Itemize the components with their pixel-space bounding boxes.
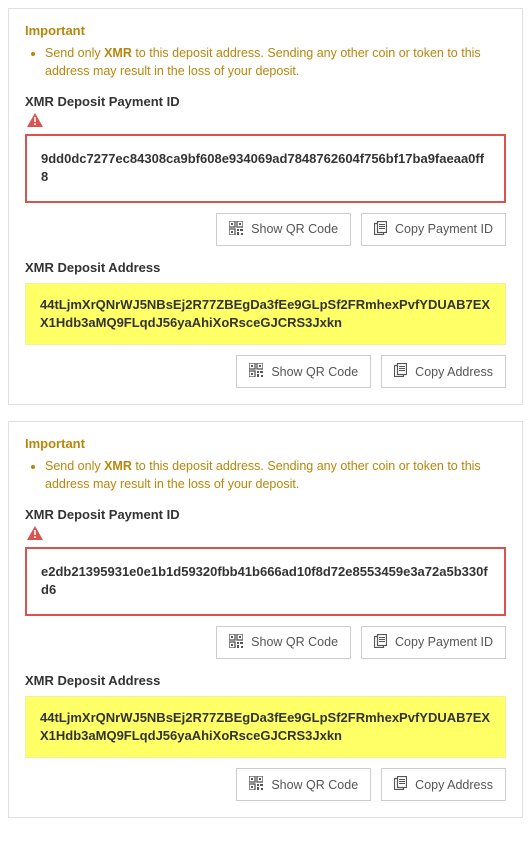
important-warning: Send only XMR to this deposit address. S… bbox=[45, 44, 506, 80]
warning-coin: XMR bbox=[104, 46, 132, 60]
copy-icon bbox=[374, 634, 387, 651]
copy-payment-label: Copy Payment ID bbox=[395, 222, 493, 236]
important-heading: Important bbox=[25, 23, 506, 38]
copy-icon bbox=[374, 221, 387, 238]
important-list: Send only XMR to this deposit address. S… bbox=[25, 457, 506, 493]
copy-icon bbox=[394, 776, 407, 793]
qr-icon bbox=[249, 363, 263, 380]
payment-id-buttons: Show QR Code Copy Payment ID bbox=[25, 626, 506, 659]
important-list: Send only XMR to this deposit address. S… bbox=[25, 44, 506, 80]
show-qr-button[interactable]: Show QR Code bbox=[236, 768, 371, 801]
payment-id-value: 9dd0dc7277ec84308ca9bf608e934069ad784876… bbox=[41, 151, 484, 184]
payment-id-label: XMR Deposit Payment ID bbox=[25, 94, 506, 109]
alert-icon bbox=[27, 526, 43, 543]
show-qr-button[interactable]: Show QR Code bbox=[216, 213, 351, 246]
copy-address-button[interactable]: Copy Address bbox=[381, 768, 506, 801]
address-label: XMR Deposit Address bbox=[25, 673, 506, 688]
show-qr-label: Show QR Code bbox=[251, 635, 338, 649]
copy-address-label: Copy Address bbox=[415, 365, 493, 379]
qr-icon bbox=[229, 634, 243, 651]
copy-icon bbox=[394, 363, 407, 380]
address-buttons: Show QR Code Copy Address bbox=[25, 768, 506, 801]
copy-address-button[interactable]: Copy Address bbox=[381, 355, 506, 388]
warning-coin: XMR bbox=[104, 459, 132, 473]
payment-id-value: e2db21395931e0e1b1d59320fbb41b666ad10f8d… bbox=[41, 564, 488, 597]
show-qr-label: Show QR Code bbox=[251, 222, 338, 236]
warning-prefix: Send only bbox=[45, 459, 104, 473]
qr-icon bbox=[229, 221, 243, 238]
show-qr-button[interactable]: Show QR Code bbox=[236, 355, 371, 388]
address-label: XMR Deposit Address bbox=[25, 260, 506, 275]
payment-id-label: XMR Deposit Payment ID bbox=[25, 507, 506, 522]
copy-address-label: Copy Address bbox=[415, 778, 493, 792]
address-value: 44tLjmXrQNrWJ5NBsEj2R77ZBEgDa3fEe9GLpSf2… bbox=[40, 297, 490, 330]
show-qr-label: Show QR Code bbox=[271, 778, 358, 792]
address-buttons: Show QR Code Copy Address bbox=[25, 355, 506, 388]
important-warning: Send only XMR to this deposit address. S… bbox=[45, 457, 506, 493]
deposit-panel: Important Send only XMR to this deposit … bbox=[8, 8, 523, 405]
warning-prefix: Send only bbox=[45, 46, 104, 60]
copy-payment-id-button[interactable]: Copy Payment ID bbox=[361, 213, 506, 246]
alert-icon bbox=[27, 113, 43, 130]
copy-payment-id-button[interactable]: Copy Payment ID bbox=[361, 626, 506, 659]
payment-id-buttons: Show QR Code Copy Payment ID bbox=[25, 213, 506, 246]
copy-payment-label: Copy Payment ID bbox=[395, 635, 493, 649]
important-heading: Important bbox=[25, 436, 506, 451]
show-qr-button[interactable]: Show QR Code bbox=[216, 626, 351, 659]
show-qr-label: Show QR Code bbox=[271, 365, 358, 379]
qr-icon bbox=[249, 776, 263, 793]
address-box: 44tLjmXrQNrWJ5NBsEj2R77ZBEgDa3fEe9GLpSf2… bbox=[25, 696, 506, 758]
address-value: 44tLjmXrQNrWJ5NBsEj2R77ZBEgDa3fEe9GLpSf2… bbox=[40, 710, 490, 743]
address-box: 44tLjmXrQNrWJ5NBsEj2R77ZBEgDa3fEe9GLpSf2… bbox=[25, 283, 506, 345]
payment-id-box: 9dd0dc7277ec84308ca9bf608e934069ad784876… bbox=[25, 134, 506, 202]
deposit-panel: Important Send only XMR to this deposit … bbox=[8, 421, 523, 818]
payment-id-box: e2db21395931e0e1b1d59320fbb41b666ad10f8d… bbox=[25, 547, 506, 615]
